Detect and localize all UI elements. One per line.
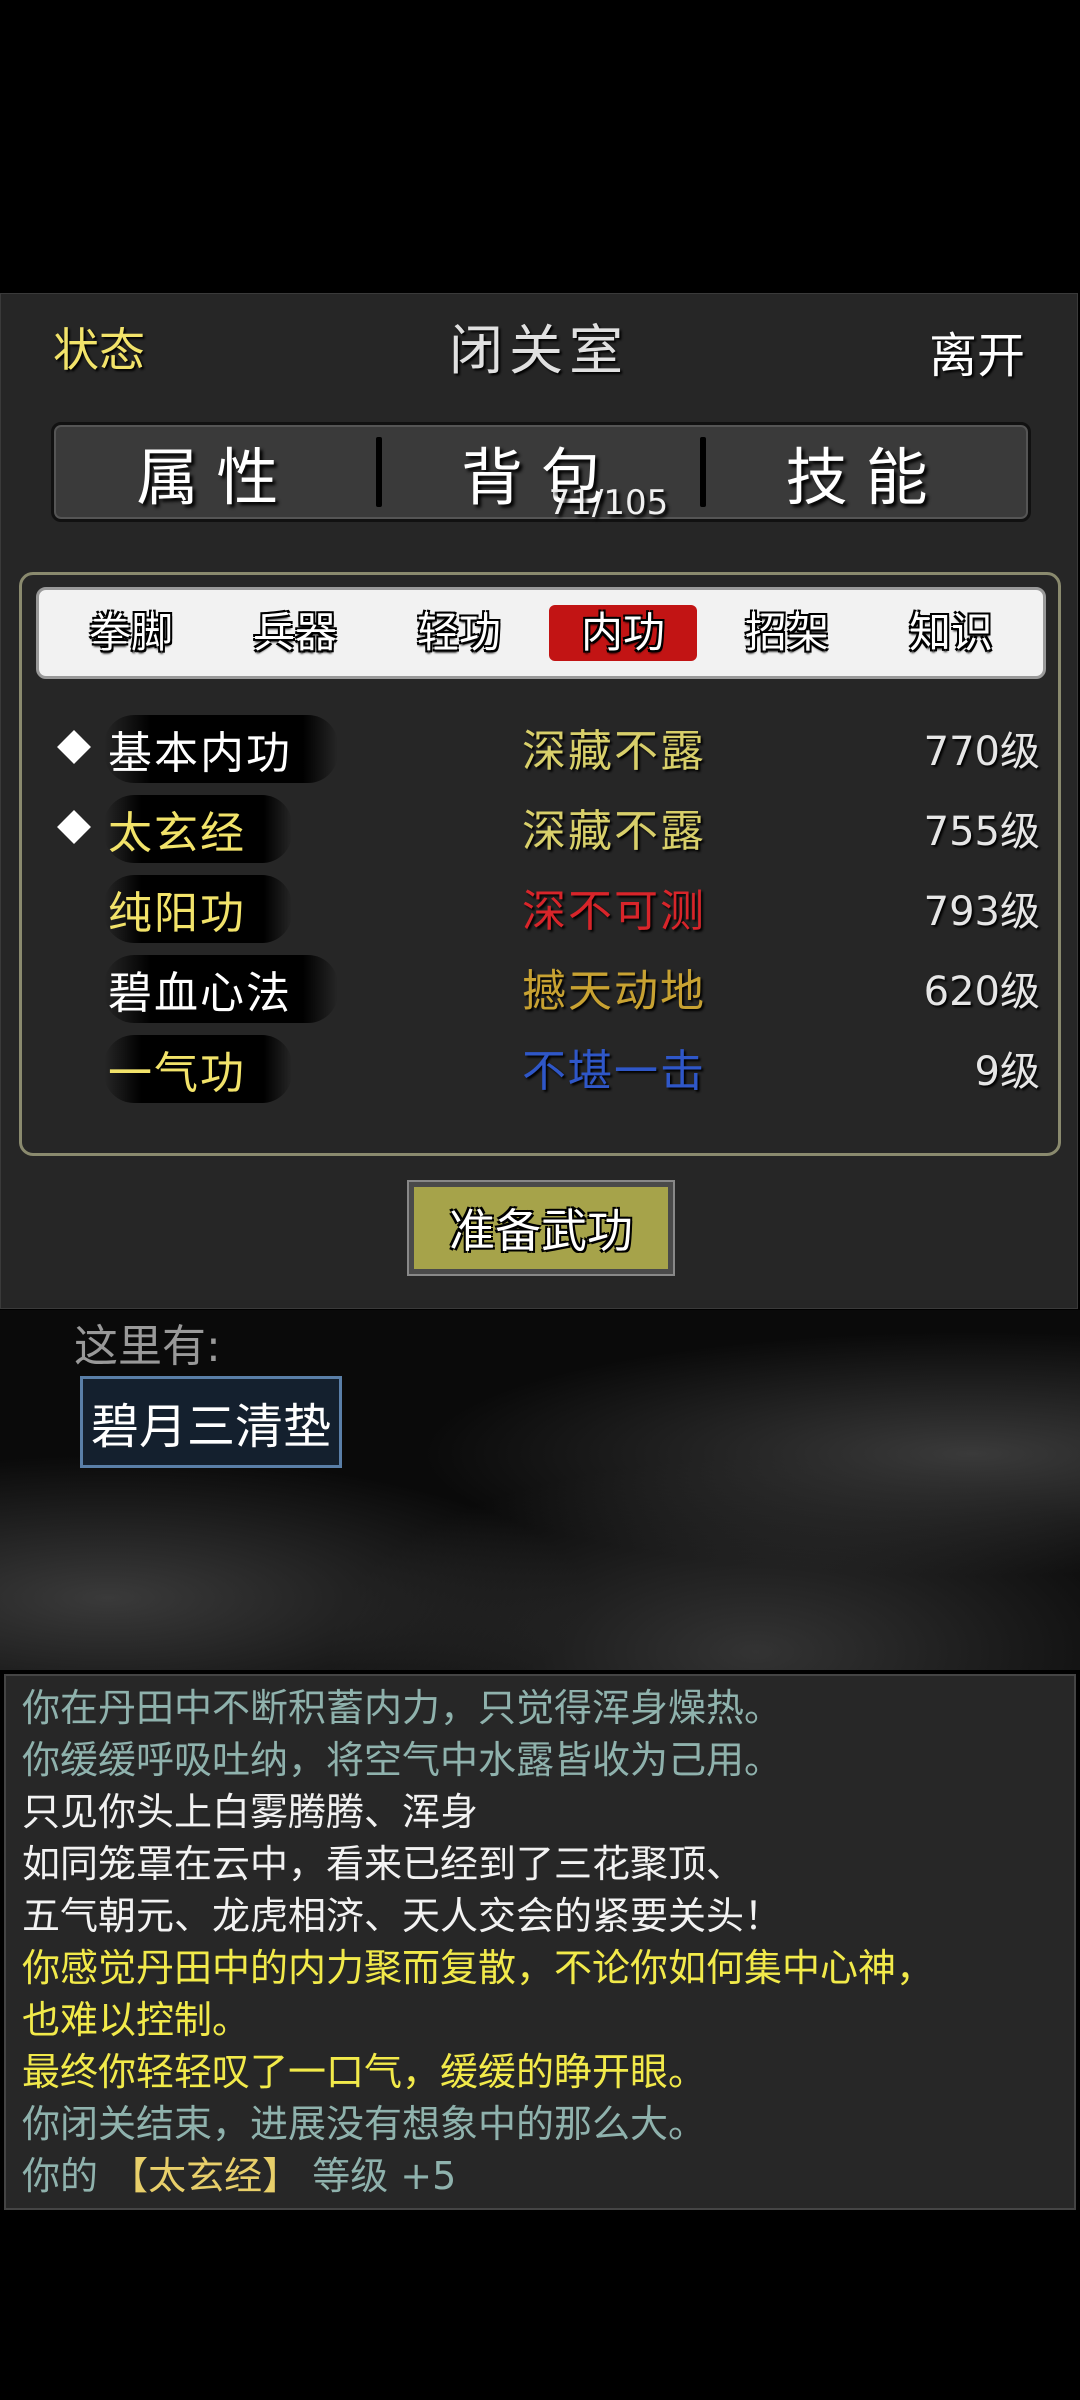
log-prefix: 你的 bbox=[22, 2154, 99, 2198]
skill-rank-text: 深藏不露 bbox=[522, 726, 706, 777]
subtab-knowledge[interactable]: 知识 bbox=[877, 605, 1025, 661]
subtab-fist[interactable]: 拳脚 bbox=[57, 605, 205, 661]
tab-attributes-label: 属性 bbox=[136, 441, 297, 514]
skill-rank-text: 撼天动地 bbox=[522, 966, 706, 1017]
skill-row[interactable]: 碧血心法 撼天动地 620级 bbox=[22, 949, 1058, 1029]
log-line: 如同笼罩在云中，看来已经到了三花聚顶、 bbox=[22, 1842, 745, 1886]
main-tabs: 属性 背包 71/105 技能 bbox=[51, 422, 1031, 523]
skill-level: 755级 bbox=[923, 809, 1040, 855]
log-line: 你感觉丹田中的内力聚而复散，不论你如何集中心神， bbox=[22, 1946, 935, 1990]
tab-attributes[interactable]: 属性 bbox=[54, 425, 379, 519]
log-line: 你闭关结束，进展没有想象中的那么大。 bbox=[22, 2102, 707, 2146]
subtab-lightness[interactable]: 轻功 bbox=[385, 605, 533, 661]
skill-level: 620级 bbox=[923, 969, 1040, 1015]
skill-name: 碧血心法 bbox=[104, 955, 338, 1023]
skill-name: 一气功 bbox=[104, 1035, 292, 1103]
page-title: 闭关室 bbox=[449, 319, 629, 382]
subtab-weapon[interactable]: 兵器 bbox=[221, 605, 369, 661]
here-label: 这里有: bbox=[74, 1321, 221, 1372]
log-skill: 【太玄经】 bbox=[110, 2154, 301, 2198]
skill-level: 770级 bbox=[923, 729, 1040, 775]
equipped-diamond-icon bbox=[57, 810, 91, 844]
log-suffix: 等级 +5 bbox=[312, 2154, 457, 2198]
skill-row[interactable]: 太玄经 深藏不露 755级 bbox=[22, 789, 1058, 869]
subtab-internal[interactable]: 内功 bbox=[549, 605, 697, 661]
skill-level: 793级 bbox=[923, 889, 1040, 935]
closed-door-panel: 状态 闭关室 离开 属性 背包 71/105 技能 拳脚 兵器 轻功 内功 招架… bbox=[0, 293, 1078, 1309]
skills-list-panel: 拳脚 兵器 轻功 内功 招架 知识 基本内功 深藏不露 770级 太玄经 深藏不露 755… bbox=[19, 572, 1061, 1156]
skill-rank-text: 不堪一击 bbox=[522, 1046, 706, 1097]
bag-count: 71/105 bbox=[548, 483, 669, 523]
equipped-diamond-icon bbox=[57, 730, 91, 764]
skill-category-tabs: 拳脚 兵器 轻功 内功 招架 知识 bbox=[36, 587, 1046, 679]
subtab-parry[interactable]: 招架 bbox=[713, 605, 861, 661]
log-line: 你的 【太玄经】 等级 +5 bbox=[22, 2150, 1058, 2202]
tab-skills-label: 技能 bbox=[785, 441, 946, 514]
panel-header: 状态 闭关室 离开 bbox=[1, 294, 1077, 404]
skill-rank-text: 深藏不露 bbox=[522, 806, 706, 857]
leave-button[interactable]: 离开 bbox=[929, 316, 1025, 386]
skill-rank-text: 深不可测 bbox=[522, 886, 706, 937]
tab-bag[interactable]: 背包 71/105 bbox=[375, 425, 704, 523]
log-line: 最终你轻轻叹了一口气，缓缓的睁开眼。 bbox=[22, 2050, 707, 2094]
log-line: 只见你头上白雾腾腾、浑身 bbox=[22, 1790, 479, 1834]
skill-name: 纯阳功 bbox=[104, 875, 292, 943]
tab-skills[interactable]: 技能 bbox=[700, 425, 1028, 519]
skill-name: 太玄经 bbox=[104, 795, 292, 863]
skill-level: 9级 bbox=[974, 1049, 1040, 1095]
message-log[interactable]: 你在丹田中不断积蓄内力，只觉得浑身燥热。 你缓缓呼吸吐纳，将空气中水露皆收为己用。… bbox=[4, 1674, 1076, 2210]
skill-row[interactable]: 一气功 不堪一击 9级 bbox=[22, 1029, 1058, 1109]
room-area: 这里有: 碧月三清垫 bbox=[0, 1310, 1080, 1670]
skill-row[interactable]: 纯阳功 深不可测 793级 bbox=[22, 869, 1058, 949]
log-line: 你缓缓呼吸吐纳，将空气中水露皆收为己用。 bbox=[22, 1738, 783, 1782]
room-item-button[interactable]: 碧月三清垫 bbox=[80, 1376, 342, 1468]
log-line: 五气朝元、龙虎相济、天人交会的紧要关头！ bbox=[22, 1894, 783, 1938]
skill-row[interactable]: 基本内功 深藏不露 770级 bbox=[22, 709, 1058, 789]
prepare-skills-button[interactable]: 准备武功 bbox=[407, 1180, 675, 1276]
log-line: 也难以控制。 bbox=[22, 1998, 251, 2042]
log-line: 你在丹田中不断积蓄内力，只觉得浑身燥热。 bbox=[22, 1686, 783, 1730]
skill-name: 基本内功 bbox=[104, 715, 338, 783]
